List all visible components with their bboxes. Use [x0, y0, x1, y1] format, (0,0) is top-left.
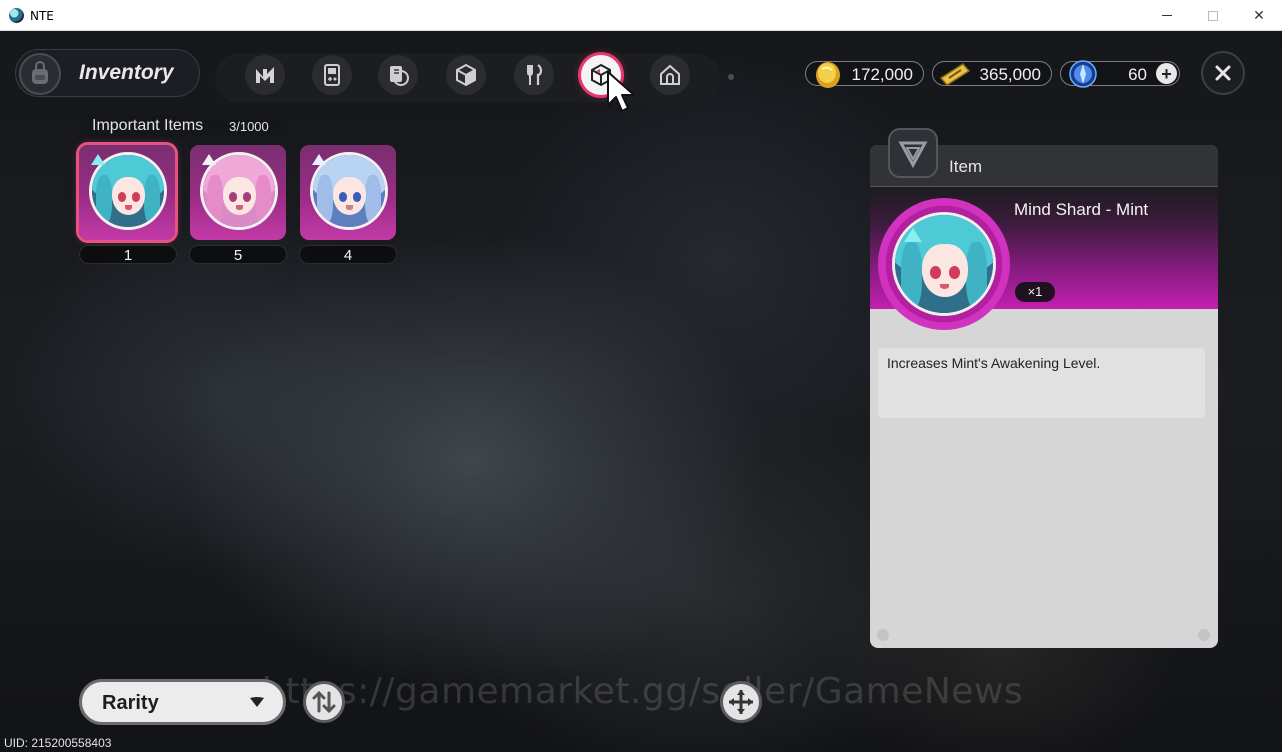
window-title: NTE — [30, 9, 54, 23]
nte-emblem-icon — [898, 141, 928, 169]
minimize-icon — [1162, 15, 1172, 16]
corner-decoration — [1198, 629, 1210, 641]
page-title: Inventory — [79, 61, 174, 84]
currency-crystal: 60 + — [1060, 60, 1180, 88]
detail-header-label: Item — [949, 157, 983, 176]
detail-portrait-frame — [878, 198, 1010, 330]
tab-home[interactable] — [650, 55, 690, 95]
item-type-badge — [888, 128, 938, 178]
item-quantity: 1 — [79, 245, 177, 264]
home-icon — [660, 64, 680, 85]
tab-materials[interactable] — [446, 55, 486, 95]
add-crystal-button[interactable]: + — [1156, 63, 1177, 84]
app-logo-icon — [9, 8, 24, 23]
detail-banner: Mind Shard - Mint ×1 — [870, 187, 1218, 330]
item-card[interactable] — [79, 145, 175, 240]
move-arrows-icon — [729, 690, 753, 714]
move-view-button[interactable] — [720, 681, 762, 723]
nte-logo-icon — [256, 67, 274, 83]
section-capacity: 3/1000 — [229, 119, 269, 134]
gold-coin-icon — [816, 62, 840, 88]
section-title: Important Items — [92, 117, 204, 134]
watermark-text: https://gamemarket.gg/seller/GameNews — [262, 671, 1024, 712]
user-id: UID: 215200558403 — [4, 736, 112, 750]
item-card[interactable] — [300, 145, 396, 240]
close-inventory-button[interactable] — [1201, 51, 1245, 95]
blue-crystal-icon — [1069, 60, 1097, 88]
box-icon — [456, 63, 476, 87]
shard-marker-icon — [312, 154, 326, 165]
item-description: Increases Mint's Awakening Level. — [887, 355, 1101, 371]
detail-item-count: ×1 — [1015, 282, 1055, 302]
corner-decoration — [877, 629, 889, 641]
inventory-title-pill: Inventory — [15, 49, 200, 97]
maximize-button[interactable] — [1190, 0, 1236, 31]
section-header: Important Items 3/1000 — [80, 114, 288, 138]
item-detail-panel: Item Mind Shard - Mint ×1 Increases Mint… — [870, 145, 1218, 648]
tab-devices[interactable] — [312, 55, 352, 95]
sort-dropdown[interactable]: Rarity — [79, 679, 286, 725]
category-tabs — [215, 53, 720, 103]
maximize-icon — [1208, 10, 1218, 21]
cards-icon — [390, 66, 409, 86]
shard-marker-icon — [91, 154, 105, 165]
mouse-cursor-icon — [607, 71, 635, 112]
description-box: Increases Mint's Awakening Level. — [878, 348, 1205, 418]
gold-amount: 172,000 — [851, 65, 913, 84]
minimize-button[interactable] — [1144, 0, 1190, 31]
item-quantity: 4 — [299, 245, 397, 264]
currency-gold: 172,000 — [805, 61, 924, 88]
detail-item-name: Mind Shard - Mint — [1014, 200, 1149, 219]
sort-arrows-icon — [312, 690, 336, 714]
backpack-icon — [19, 53, 61, 95]
gameboy-icon — [324, 64, 340, 86]
shard-marker-icon — [202, 154, 216, 165]
tab-food[interactable] — [514, 55, 554, 95]
tab-cards[interactable] — [378, 55, 418, 95]
shard-marker-icon — [904, 228, 922, 242]
tab-all[interactable] — [245, 55, 285, 95]
chevron-down-icon — [250, 697, 264, 707]
ticket-icon — [939, 63, 971, 86]
window-titlebar: NTE ✕ — [0, 0, 1282, 31]
tabs-scroll-dot — [728, 74, 734, 80]
sort-order-button[interactable] — [303, 681, 345, 723]
fork-knife-icon — [527, 64, 543, 85]
sort-dropdown-label: Rarity — [102, 692, 159, 714]
close-icon — [1215, 65, 1231, 81]
ticket-amount: 365,000 — [979, 65, 1041, 84]
currency-ticket: 365,000 — [932, 61, 1052, 86]
crystal-amount: 60 — [1128, 65, 1147, 84]
item-card[interactable] — [190, 145, 286, 240]
item-quantity: 5 — [189, 245, 287, 264]
window-close-button[interactable]: ✕ — [1236, 0, 1282, 31]
game-viewport: Inventory 172,000 365,000 60 + Important… — [0, 31, 1282, 752]
